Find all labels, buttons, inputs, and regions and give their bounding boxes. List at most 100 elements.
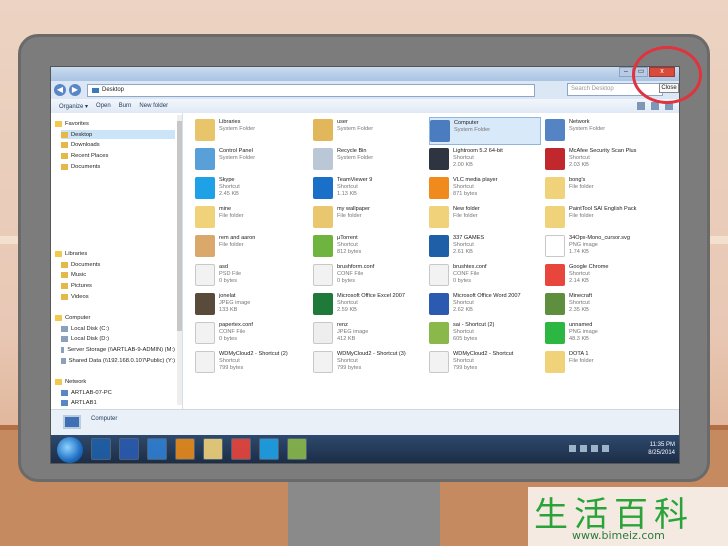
sidebar-item[interactable]: Documents — [61, 260, 175, 269]
explorer-taskbar-icon[interactable] — [203, 438, 223, 460]
sidebar-item-label: Downloads — [71, 142, 100, 149]
file-type: Shortcut — [453, 300, 474, 306]
file-name: sai - Shortcut (2) — [453, 322, 495, 328]
sidebar-item[interactable]: Documents — [61, 162, 175, 171]
flag-icon[interactable] — [602, 445, 609, 452]
sai-taskbar-icon[interactable] — [287, 438, 307, 460]
sidebar-item[interactable]: Local Disk (C:) — [61, 324, 175, 333]
file-item[interactable]: VLC media player Shortcut 871 bytes — [429, 175, 541, 203]
file-size: 0 bytes — [337, 278, 356, 284]
sidebar-item[interactable]: Local Disk (D:) — [61, 335, 175, 344]
sidebar-item[interactable]: Videos — [61, 292, 175, 301]
file-item[interactable]: Computer System Folder — [429, 117, 541, 145]
file-item[interactable]: Microsoft Office Word 2007 Shortcut 2.62 K… — [429, 291, 541, 319]
sidebar-item[interactable]: Recent Places — [61, 152, 175, 161]
sidebar-group-network[interactable]: Network — [55, 377, 86, 386]
sidebar-scroll-thumb[interactable] — [177, 121, 182, 331]
highlight-circle — [632, 46, 702, 104]
sidebar-item[interactable]: ARTLAB-07-PC — [61, 388, 175, 397]
media-player-taskbar-icon[interactable] — [175, 438, 195, 460]
organize-menu[interactable]: Organize ▾ — [59, 103, 88, 110]
file-size: 2.62 KB — [453, 307, 473, 313]
word-taskbar-icon[interactable] — [119, 438, 139, 460]
file-item[interactable]: Network System Folder — [545, 117, 657, 145]
burn-button[interactable]: Burn — [119, 103, 132, 109]
sidebar-item[interactable]: Music — [61, 271, 175, 280]
libraries-icon — [55, 250, 62, 257]
file-item[interactable]: TeamViewer 9 Shortcut 1.13 KB — [313, 175, 425, 203]
file-item[interactable]: Google Chrome Shortcut 2.14 KB — [545, 262, 657, 290]
file-item[interactable]: asd PSD File 0 bytes — [195, 262, 307, 290]
sidebar-item[interactable]: Shared Data (\\192.168.0.107\Public) (Y:… — [61, 356, 175, 365]
file-item[interactable]: my wallpaper File folder — [313, 204, 425, 232]
file-item[interactable]: Recycle Bin System Folder — [313, 146, 425, 174]
file-name: Libraries — [219, 119, 241, 125]
file-type: File folder — [219, 242, 244, 248]
file-type: Shortcut — [337, 358, 358, 364]
skype-taskbar-icon[interactable] — [259, 438, 279, 460]
wd-cloud-icon — [313, 351, 333, 373]
forward-button[interactable]: ▶ — [69, 84, 81, 96]
file-item[interactable]: 337 GAMES Shortcut 2.61 KB — [429, 233, 541, 261]
file-size: 799 bytes — [453, 365, 478, 371]
clock-date: 8/25/2014 — [648, 450, 675, 456]
file-item[interactable]: New folder File folder — [429, 204, 541, 232]
file-item[interactable]: sai - Shortcut (2) Shortcut 605 bytes — [429, 320, 541, 348]
conf-file-icon — [429, 264, 449, 286]
chrome-taskbar-icon[interactable] — [231, 438, 251, 460]
file-size: 412 KB — [337, 336, 356, 342]
file-item[interactable]: Skype Shortcut 2.45 KB — [195, 175, 307, 203]
file-item[interactable]: DOTA 1 File folder — [545, 349, 657, 377]
start-button[interactable] — [57, 437, 83, 463]
file-item[interactable]: jonelat JPEG image 133 KB — [195, 291, 307, 319]
sidebar-item[interactable]: Downloads — [61, 141, 175, 150]
337-games-taskbar-icon[interactable] — [91, 438, 111, 460]
drive-icon — [61, 357, 66, 364]
file-item[interactable]: brushtex.conf CONF File 0 bytes — [429, 262, 541, 290]
open-button[interactable]: Open — [96, 103, 111, 109]
clock[interactable]: 11:35 PM 8/25/2014 — [648, 441, 675, 457]
file-item[interactable]: McAfee Security Scan Plus Shortcut 2.03 KB — [545, 146, 657, 174]
file-item[interactable]: user System Folder — [313, 117, 425, 145]
sidebar-item[interactable]: ARTLAB1 — [61, 399, 175, 408]
view-options-icon[interactable] — [637, 102, 645, 110]
clock-time: 11:35 PM — [649, 442, 675, 448]
file-item[interactable]: bong's File folder — [545, 175, 657, 203]
file-item[interactable]: µTorrent Shortcut 812 bytes — [313, 233, 425, 261]
file-item[interactable]: unnamed PNG image 48.3 KB — [545, 320, 657, 348]
file-item[interactable]: Control Panel System Folder — [195, 146, 307, 174]
file-item[interactable]: rem and aaron File folder — [195, 233, 307, 261]
jpeg-thumb-icon — [195, 293, 215, 315]
file-item[interactable]: mine File folder — [195, 204, 307, 232]
back-button[interactable]: ◀ — [54, 84, 66, 96]
ie-taskbar-icon[interactable] — [147, 438, 167, 460]
file-item[interactable]: WDMyCloud2 - Shortcut (2) Shortcut 799 byt… — [195, 349, 307, 377]
file-item[interactable]: Lightroom 5.2 64-bit Shortcut 2.00 KB — [429, 146, 541, 174]
title-bar[interactable]: – ▭ x — [51, 67, 679, 81]
file-item[interactable]: brushform.conf CONF File 0 bytes — [313, 262, 425, 290]
file-item[interactable]: 34Opx-Mono_cursor.svg PNG image 1.74 KB — [545, 233, 657, 261]
file-item[interactable]: renz JPEG image 412 KB — [313, 320, 425, 348]
file-item[interactable]: PaintTool SAI English Pack File folder — [545, 204, 657, 232]
file-item[interactable]: Minecraft Shortcut 2.35 KB — [545, 291, 657, 319]
file-item[interactable]: WDMyCloud2 - Shortcut Shortcut 799 bytes — [429, 349, 541, 377]
sidebar-item[interactable]: Desktop — [61, 130, 175, 139]
file-item[interactable]: WDMyCloud2 - Shortcut (3) Shortcut 799 byt… — [313, 349, 425, 377]
network-tray-icon[interactable] — [580, 445, 587, 452]
sidebar-scrollbar[interactable] — [177, 115, 182, 405]
sidebar-group-computer[interactable]: Computer — [55, 313, 90, 322]
file-item[interactable]: papertex.conf CONF File 0 bytes — [195, 320, 307, 348]
tray-arrow-icon[interactable] — [569, 445, 576, 452]
sidebar-item[interactable]: Pictures — [61, 282, 175, 291]
file-name: papertex.conf — [219, 322, 253, 328]
sidebar-group-favorites[interactable]: Favorites — [55, 119, 89, 128]
volume-icon[interactable] — [591, 445, 598, 452]
address-field[interactable]: Desktop — [87, 83, 535, 97]
sidebar-group-libraries[interactable]: Libraries — [55, 249, 87, 258]
file-item[interactable]: Microsoft Office Excel 2007 Shortcut 2.59 … — [313, 291, 425, 319]
file-item[interactable]: Libraries System Folder — [195, 117, 307, 145]
file-name: DOTA 1 — [569, 351, 589, 357]
new-folder-button[interactable]: New folder — [139, 103, 168, 109]
minimize-button[interactable]: – — [619, 67, 633, 77]
sidebar-item[interactable]: Server Storage (\\ARTLAB-9-ADMIN) (M:) — [61, 346, 175, 355]
